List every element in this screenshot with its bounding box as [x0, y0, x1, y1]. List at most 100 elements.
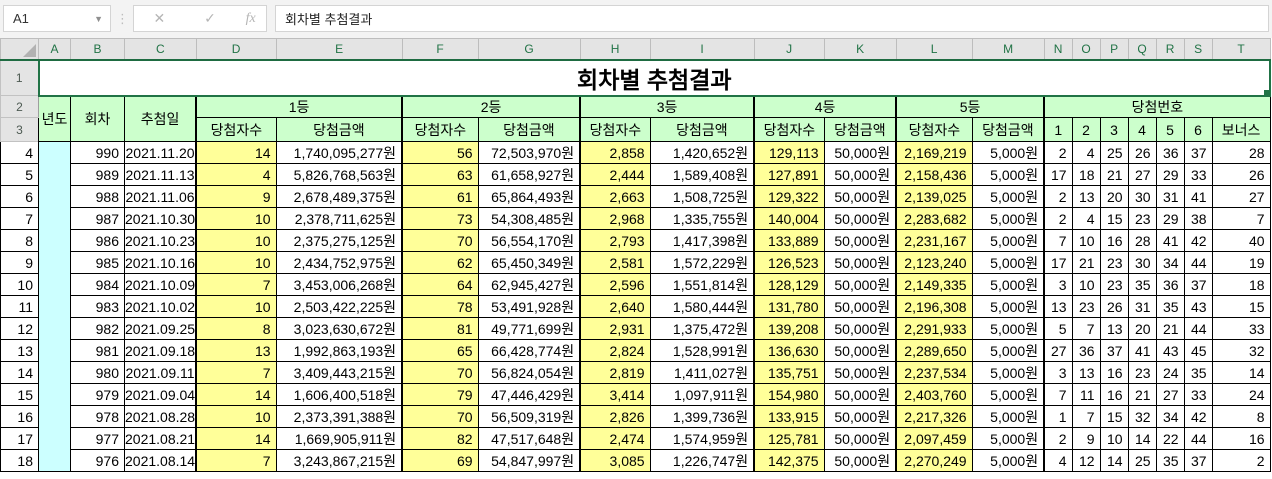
date-cell[interactable]: 2021.09.04: [125, 384, 197, 406]
prize-cell-rank2[interactable]: 54,308,485원: [478, 208, 580, 230]
round-cell[interactable]: 990: [71, 142, 125, 164]
winners-cell-rank3[interactable]: 2,931: [580, 318, 650, 340]
ball-cell-2[interactable]: 12: [1072, 450, 1100, 472]
ball-cell-2[interactable]: 21: [1072, 252, 1100, 274]
ball-cell-1[interactable]: 2: [1044, 428, 1072, 450]
column-header-M[interactable]: M: [972, 39, 1044, 60]
winners-cell-rank1[interactable]: 10: [196, 252, 276, 274]
winners-cell-rank4[interactable]: 129,113: [754, 142, 824, 164]
winners-cell-rank1[interactable]: 7: [196, 450, 276, 472]
winners-cell-rank5[interactable]: 2,270,249: [896, 450, 972, 472]
header-ball-3[interactable]: 3: [1100, 118, 1128, 142]
ball-cell-3[interactable]: 23: [1100, 274, 1128, 296]
round-cell[interactable]: 977: [71, 428, 125, 450]
prize-cell-rank1[interactable]: 1,606,400,518원: [276, 384, 402, 406]
winners-cell-rank2[interactable]: 64: [402, 274, 478, 296]
date-cell[interactable]: 2021.10.23: [125, 230, 197, 252]
ball-cell-4[interactable]: 27: [1128, 164, 1156, 186]
ball-cell-5[interactable]: 36: [1156, 142, 1184, 164]
round-cell[interactable]: 989: [71, 164, 125, 186]
ball-cell-1[interactable]: 7: [1044, 230, 1072, 252]
round-cell[interactable]: 978: [71, 406, 125, 428]
prize-cell-rank1[interactable]: 3,243,867,215원: [276, 450, 402, 472]
ball-cell-6[interactable]: 44: [1184, 318, 1212, 340]
ball-cell-2[interactable]: 4: [1072, 142, 1100, 164]
winners-cell-rank4[interactable]: 135,751: [754, 362, 824, 384]
winners-cell-rank1[interactable]: 10: [196, 230, 276, 252]
prize-cell-rank5[interactable]: 5,000원: [972, 318, 1044, 340]
column-header-R[interactable]: R: [1156, 39, 1184, 60]
winners-cell-rank4[interactable]: 129,322: [754, 186, 824, 208]
header-bonus[interactable]: 보너스: [1212, 118, 1270, 142]
header-ball-5[interactable]: 5: [1156, 118, 1184, 142]
name-box[interactable]: A1 ▼: [3, 5, 111, 32]
winners-cell-rank4[interactable]: 154,980: [754, 384, 824, 406]
prize-cell-rank1[interactable]: 2,375,275,125원: [276, 230, 402, 252]
winners-cell-rank3[interactable]: 3,085: [580, 450, 650, 472]
ball-cell-2[interactable]: 13: [1072, 186, 1100, 208]
header-rank-4[interactable]: 4등: [754, 96, 896, 118]
prize-cell-rank4[interactable]: 50,000원: [824, 450, 896, 472]
winners-cell-rank3[interactable]: 3,414: [580, 384, 650, 406]
row-header[interactable]: 7: [1, 208, 39, 230]
bonus-cell[interactable]: 18: [1212, 274, 1270, 296]
ball-cell-4[interactable]: 26: [1128, 142, 1156, 164]
winners-cell-rank1[interactable]: 4: [196, 164, 276, 186]
header-ball-4[interactable]: 4: [1128, 118, 1156, 142]
header-winners[interactable]: 당첨자수: [580, 118, 650, 142]
ball-cell-5[interactable]: 22: [1156, 428, 1184, 450]
column-header-D[interactable]: D: [196, 39, 276, 60]
ball-cell-3[interactable]: 20: [1100, 186, 1128, 208]
round-cell[interactable]: 979: [71, 384, 125, 406]
prize-cell-rank2[interactable]: 65,450,349원: [478, 252, 580, 274]
row-header[interactable]: 11: [1, 296, 39, 318]
prize-cell-rank5[interactable]: 5,000원: [972, 296, 1044, 318]
date-cell[interactable]: 2021.08.28: [125, 406, 197, 428]
winners-cell-rank3[interactable]: 2,968: [580, 208, 650, 230]
select-all-corner[interactable]: [1, 39, 39, 60]
ball-cell-1[interactable]: 4: [1044, 450, 1072, 472]
winners-cell-rank1[interactable]: 10: [196, 296, 276, 318]
ball-cell-1[interactable]: 2: [1044, 208, 1072, 230]
date-cell[interactable]: 2021.10.30: [125, 208, 197, 230]
prize-cell-rank2[interactable]: 61,658,927원: [478, 164, 580, 186]
date-cell[interactable]: 2021.08.21: [125, 428, 197, 450]
ball-cell-1[interactable]: 2: [1044, 142, 1072, 164]
title-cell-selected[interactable]: 회차별 추첨결과: [39, 60, 1271, 96]
winners-cell-rank5[interactable]: 2,283,682: [896, 208, 972, 230]
winners-cell-rank4[interactable]: 127,891: [754, 164, 824, 186]
date-cell[interactable]: 2021.11.13: [125, 164, 197, 186]
ball-cell-4[interactable]: 30: [1128, 186, 1156, 208]
winners-cell-rank5[interactable]: 2,403,760: [896, 384, 972, 406]
prize-cell-rank4[interactable]: 50,000원: [824, 384, 896, 406]
winners-cell-rank2[interactable]: 63: [402, 164, 478, 186]
ball-cell-1[interactable]: 2: [1044, 186, 1072, 208]
prize-cell-rank3[interactable]: 1,508,725원: [650, 186, 754, 208]
header-winning-numbers[interactable]: 당첨번호: [1044, 96, 1270, 118]
prize-cell-rank4[interactable]: 50,000원: [824, 252, 896, 274]
cancel-icon[interactable]: ✕: [144, 10, 174, 27]
ball-cell-3[interactable]: 37: [1100, 340, 1128, 362]
column-header-I[interactable]: I: [650, 39, 754, 60]
insert-function-icon[interactable]: fx: [246, 11, 256, 27]
bonus-cell[interactable]: 15: [1212, 296, 1270, 318]
row-header[interactable]: 4: [1, 142, 39, 164]
column-header-S[interactable]: S: [1184, 39, 1212, 60]
ball-cell-3[interactable]: 15: [1100, 208, 1128, 230]
round-cell[interactable]: 982: [71, 318, 125, 340]
winners-cell-rank5[interactable]: 2,139,025: [896, 186, 972, 208]
row-header[interactable]: 3: [1, 118, 39, 142]
header-draw-date[interactable]: 추첨일: [125, 96, 197, 142]
date-cell[interactable]: 2021.09.11: [125, 362, 197, 384]
bonus-cell[interactable]: 8: [1212, 406, 1270, 428]
winners-cell-rank4[interactable]: 131,780: [754, 296, 824, 318]
column-header-O[interactable]: O: [1072, 39, 1100, 60]
column-header-G[interactable]: G: [478, 39, 580, 60]
ball-cell-1[interactable]: 27: [1044, 340, 1072, 362]
winners-cell-rank1[interactable]: 9: [196, 186, 276, 208]
ball-cell-3[interactable]: 23: [1100, 252, 1128, 274]
winners-cell-rank2[interactable]: 69: [402, 450, 478, 472]
ball-cell-4[interactable]: 23: [1128, 362, 1156, 384]
row-header[interactable]: 6: [1, 186, 39, 208]
ball-cell-2[interactable]: 23: [1072, 296, 1100, 318]
